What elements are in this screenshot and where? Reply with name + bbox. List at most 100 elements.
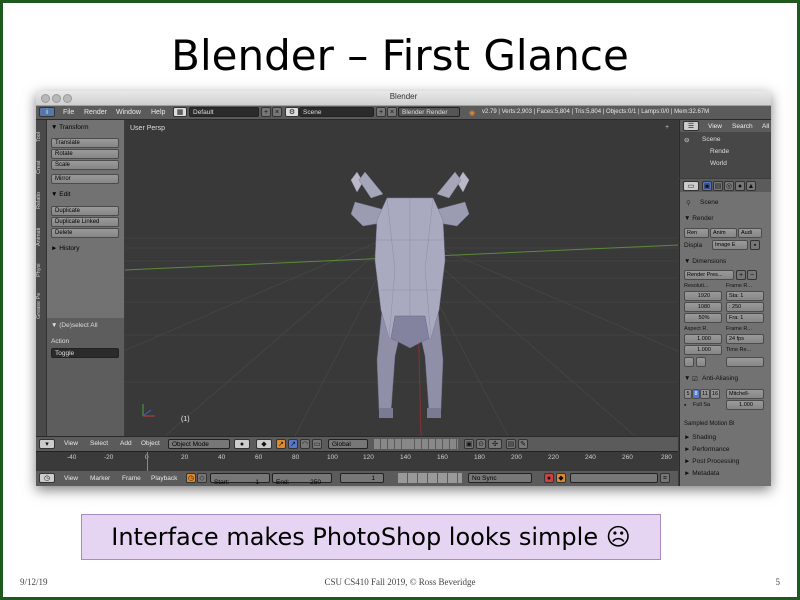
tab-animation[interactable]: Animati (36, 220, 46, 254)
insert-keyframe-icon[interactable]: ⌗ (660, 473, 670, 483)
translate-button[interactable]: Translate (51, 138, 119, 148)
anti-aliasing-header[interactable]: Anti-Aliasing (702, 375, 738, 382)
post-processing-panel-header[interactable]: ► Post Processing (684, 458, 739, 465)
remove-preset-icon[interactable]: − (747, 270, 757, 280)
screen-layout-field[interactable]: Default (189, 107, 259, 117)
menu-window[interactable]: Window (116, 109, 141, 116)
use-preview-range-icon[interactable]: ◷ (186, 473, 196, 483)
delete-button[interactable]: Delete (51, 228, 119, 238)
resolution-x-field[interactable]: 1920 (684, 291, 722, 301)
screen-layout-icon[interactable]: ▦ (173, 107, 187, 117)
render-preview-icon[interactable]: ▤ (506, 439, 516, 449)
frame-end-field[interactable]: : 250 (726, 302, 764, 312)
layer-lock-icon[interactable]: ▣ (464, 439, 474, 449)
scale-manipulator-icon[interactable]: ▭ (312, 439, 322, 449)
frame-start-field[interactable]: Sta: 1 (726, 291, 764, 301)
outliner-world-item[interactable]: World (710, 160, 727, 167)
timeline-editor-icon[interactable]: ◷ (39, 473, 55, 483)
aspect-x-field[interactable]: 1.000 (684, 334, 722, 344)
shading-panel-header[interactable]: ► Shading (684, 434, 716, 441)
scene-icon[interactable]: ⚙ (285, 107, 299, 117)
transform-orientation-select[interactable]: Global (328, 439, 368, 449)
keyframe-icon[interactable]: ◇ (197, 473, 207, 483)
menu-help[interactable]: Help (151, 109, 165, 116)
layers-context-icon[interactable]: ▤ (713, 181, 723, 191)
timeline-menu-marker[interactable]: Marker (90, 475, 110, 482)
timeline-menu-playback[interactable]: Playback (151, 475, 177, 482)
keying-set-icon[interactable]: ◆ (556, 473, 566, 483)
render-context-icon[interactable]: ▣ (702, 181, 712, 191)
viewport-menu-add[interactable]: Add (120, 440, 132, 447)
layer-buttons-b[interactable] (408, 439, 458, 449)
deselect-all-header[interactable]: ▼ (De)select All (51, 322, 98, 329)
timeline-menu-view[interactable]: View (64, 475, 78, 482)
world-context-icon[interactable]: ● (735, 181, 745, 191)
tab-physics[interactable]: Physi (36, 258, 46, 282)
playback-controls[interactable] (398, 473, 462, 483)
outliner-render-item[interactable]: Rende (710, 148, 729, 155)
viewport-shading-icon[interactable]: ● (234, 439, 250, 449)
outliner-menu-search[interactable]: Search (732, 123, 753, 130)
full-sample-checkbox-icon[interactable]: ▪ (684, 402, 686, 409)
frame-rate-select[interactable]: 24 fps (726, 334, 764, 344)
mirror-button[interactable]: Mirror (51, 174, 119, 184)
resolution-percentage-field[interactable]: 50% (684, 313, 722, 323)
outliner-scene-item[interactable]: Scene (702, 136, 720, 143)
remove-scene-icon[interactable]: × (387, 107, 397, 117)
scene-context-icon[interactable]: ◎ (724, 181, 734, 191)
render-panel-header[interactable]: ▼ Render (684, 215, 714, 222)
dimensions-panel-header[interactable]: ▼ Dimensions (684, 258, 726, 265)
translate-manipulator-icon[interactable]: ↗ (288, 439, 298, 449)
transform-panel-header[interactable]: ▼ Transform (51, 124, 89, 131)
sync-mode-select[interactable]: No Sync (468, 473, 532, 483)
timeline[interactable]: -40 -20 0 20 40 60 80 100 120 140 160 18… (36, 451, 678, 472)
border-checkbox[interactable] (684, 357, 694, 367)
proportional-edit-icon[interactable]: ⊙ (476, 439, 486, 449)
sampled-motion-blur-header[interactable]: Sampled Motion Bl (684, 421, 734, 427)
aa-checkbox-icon[interactable]: ☑ (692, 375, 698, 383)
time-remapping-fields[interactable] (726, 357, 764, 367)
tab-tool[interactable]: Tool (36, 124, 46, 150)
frame-step-field[interactable]: Fra: 1 (726, 313, 764, 323)
keying-set-field[interactable] (570, 473, 658, 483)
rotate-button[interactable]: Rotate (51, 149, 119, 159)
viewport-menu-select[interactable]: Select (90, 440, 108, 447)
edit-panel-header[interactable]: ▼ Edit (51, 191, 70, 198)
snap-icon[interactable]: ✣ (488, 439, 502, 449)
info-editor-icon[interactable]: i (39, 107, 55, 117)
tab-grease-pencil[interactable]: Grease Pe (36, 286, 46, 326)
aa-samples-11[interactable]: 11 (700, 389, 710, 399)
resolution-y-field[interactable]: 1080 (684, 302, 722, 312)
timeline-menu-frame[interactable]: Frame (122, 475, 141, 482)
remove-layout-icon[interactable]: × (272, 107, 282, 117)
aa-samples-5[interactable]: 5 (684, 389, 692, 399)
performance-panel-header[interactable]: ► Performance (684, 446, 729, 453)
tab-relations[interactable]: Relatio (36, 184, 46, 216)
metadata-panel-header[interactable]: ► Metadata (684, 470, 719, 477)
lock-interface-icon[interactable]: ▪ (750, 240, 760, 250)
interaction-mode-select[interactable]: Object Mode (168, 439, 230, 449)
cow-mesh[interactable] (350, 171, 470, 418)
record-keyframes-icon[interactable]: ● (544, 473, 554, 483)
duplicate-button[interactable]: Duplicate (51, 206, 119, 216)
tab-create[interactable]: Creat (36, 154, 46, 180)
outliner-filter-all[interactable]: All (762, 123, 769, 130)
menu-render[interactable]: Render (84, 109, 107, 116)
current-frame-field[interactable]: 1 (340, 473, 384, 483)
pivot-point-icon[interactable]: ◆ (256, 439, 272, 449)
animation-button[interactable]: Anim (710, 228, 737, 238)
action-select[interactable]: Toggle (51, 348, 119, 358)
properties-context-tabs[interactable]: ▭ ▣ ▤ ◎ ● ▲ (680, 179, 771, 192)
crop-checkbox[interactable] (696, 357, 706, 367)
end-frame-field[interactable]: End: 250 (272, 473, 332, 486)
aspect-y-field[interactable]: 1.000 (684, 345, 722, 355)
scene-field[interactable]: Scene (299, 107, 374, 117)
add-preset-icon[interactable]: + (736, 270, 746, 280)
object-context-icon[interactable]: ▲ (746, 181, 756, 191)
editor-type-icon[interactable]: ▾ (39, 439, 55, 449)
history-panel-header[interactable]: ► History (51, 245, 79, 252)
rotate-manipulator-icon[interactable]: ◠ (300, 439, 310, 449)
render-presets-select[interactable]: Render Pres... (684, 270, 734, 280)
viewport-menu-view[interactable]: View (64, 440, 78, 447)
outliner-menu-view[interactable]: View (708, 123, 722, 130)
